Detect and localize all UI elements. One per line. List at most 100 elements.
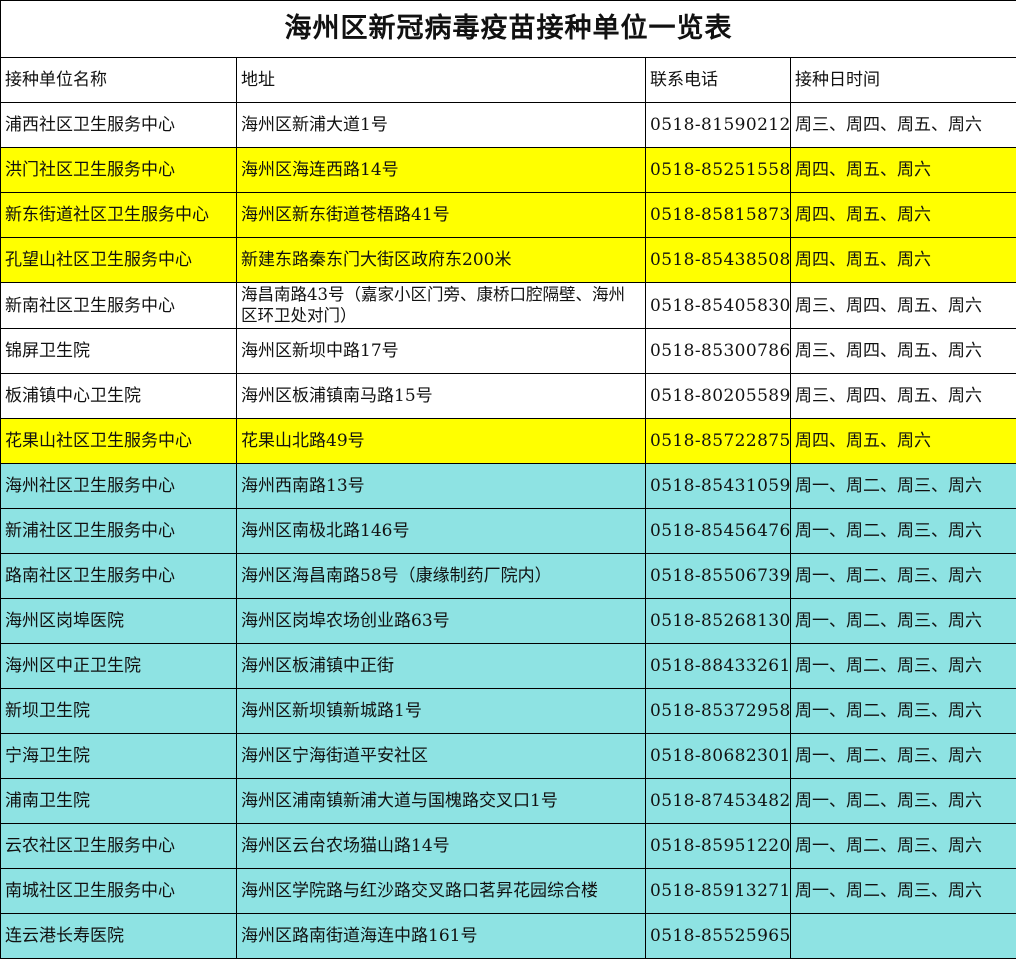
address-cell[interactable]: 海州区新坝中路17号 (237, 329, 646, 374)
table-row: 路南社区卫生服务中心海州区海昌南路58号（康缘制药厂院内）0518-855067… (1, 554, 1016, 599)
address-cell[interactable]: 海州区新浦大道1号 (237, 103, 646, 148)
days-cell[interactable]: 周四、周五、周六 (791, 148, 1016, 193)
address-cell[interactable]: 海州区学院路与红沙路交叉路口茗昇花园综合楼 (237, 869, 646, 914)
phone-cell[interactable]: 0518-87453482 (646, 779, 791, 824)
phone-cell[interactable]: 0518-85525965 (646, 914, 791, 959)
days-cell[interactable]: 周四、周五、周六 (791, 238, 1016, 283)
days-cell[interactable]: 周三、周四、周五、周六 (791, 329, 1016, 374)
days-cell[interactable] (791, 914, 1016, 959)
phone-cell[interactable]: 0518-85251558 (646, 148, 791, 193)
table-row: 海州区中正卫生院海州区板浦镇中正街0518-88433261周一、周二、周三、周… (1, 644, 1016, 689)
phone-cell[interactable]: 0518-80682301 (646, 734, 791, 779)
header-address[interactable]: 地址 (237, 58, 646, 103)
address-cell[interactable]: 新建东路秦东门大街区政府东200米 (237, 238, 646, 283)
address-cell[interactable]: 海州西南路13号 (237, 464, 646, 509)
days-cell[interactable]: 周一、周二、周三、周六 (791, 554, 1016, 599)
unit-name-cell[interactable]: 海州区中正卫生院 (1, 644, 237, 689)
phone-cell[interactable]: 0518-80205589 (646, 374, 791, 419)
table-row: 南城社区卫生服务中心海州区学院路与红沙路交叉路口茗昇花园综合楼0518-8591… (1, 869, 1016, 914)
header-row: 接种单位名称 地址 联系电话 接种日时间 (1, 58, 1016, 103)
unit-name-cell[interactable]: 浦西社区卫生服务中心 (1, 103, 237, 148)
spreadsheet: 海州区新冠病毒疫苗接种单位一览表 接种单位名称 地址 联系电话 接种日时间 浦西… (0, 0, 1016, 958)
address-cell[interactable]: 海州区宁海街道平安社区 (237, 734, 646, 779)
address-cell[interactable]: 海州区海连西路14号 (237, 148, 646, 193)
table-row: 海州区岗埠医院海州区岗埠农场创业路63号0518-85268130周一、周二、周… (1, 599, 1016, 644)
phone-cell[interactable]: 0518-85815873 (646, 193, 791, 238)
days-cell[interactable]: 周三、周四、周五、周六 (791, 283, 1016, 329)
address-cell[interactable]: 海州区南极北路146号 (237, 509, 646, 554)
table-row: 孔望山社区卫生服务中心新建东路秦东门大街区政府东200米0518-8543850… (1, 238, 1016, 283)
table-row: 连云港长寿医院海州区路南街道海连中路161号0518-85525965 (1, 914, 1016, 959)
header-phone[interactable]: 联系电话 (646, 58, 791, 103)
table-row: 板浦镇中心卫生院海州区板浦镇南马路15号0518-80205589周三、周四、周… (1, 374, 1016, 419)
days-cell[interactable]: 周一、周二、周三、周六 (791, 509, 1016, 554)
unit-name-cell[interactable]: 浦南卫生院 (1, 779, 237, 824)
phone-cell[interactable]: 0518-85300786 (646, 329, 791, 374)
phone-cell[interactable]: 0518-85405830 (646, 283, 791, 329)
unit-name-cell[interactable]: 花果山社区卫生服务中心 (1, 419, 237, 464)
header-name[interactable]: 接种单位名称 (1, 58, 237, 103)
address-cell[interactable]: 海州区浦南镇新浦大道与国槐路交叉口1号 (237, 779, 646, 824)
days-cell[interactable]: 周一、周二、周三、周六 (791, 824, 1016, 869)
phone-cell[interactable]: 0518-85722875 (646, 419, 791, 464)
unit-name-cell[interactable]: 海州社区卫生服务中心 (1, 464, 237, 509)
address-cell[interactable]: 海州区板浦镇中正街 (237, 644, 646, 689)
phone-cell[interactable]: 0518-88433261 (646, 644, 791, 689)
address-cell[interactable]: 海州区云台农场猫山路14号 (237, 824, 646, 869)
days-cell[interactable]: 周一、周二、周三、周六 (791, 689, 1016, 734)
phone-cell[interactable]: 0518-81590212 (646, 103, 791, 148)
table-row: 新东街道社区卫生服务中心海州区新东街道苍梧路41号0518-85815873周四… (1, 193, 1016, 238)
unit-name-cell[interactable]: 锦屏卫生院 (1, 329, 237, 374)
address-cell[interactable]: 海州区岗埠农场创业路63号 (237, 599, 646, 644)
address-cell[interactable]: 海州区新坝镇新城路1号 (237, 689, 646, 734)
table-title[interactable]: 海州区新冠病毒疫苗接种单位一览表 (1, 1, 1016, 58)
unit-name-cell[interactable]: 海州区岗埠医院 (1, 599, 237, 644)
days-cell[interactable]: 周四、周五、周六 (791, 419, 1016, 464)
phone-cell[interactable]: 0518-85456476 (646, 509, 791, 554)
days-cell[interactable]: 周一、周二、周三、周六 (791, 779, 1016, 824)
table-row: 新南社区卫生服务中心海昌南路43号（嘉家小区门旁、康桥口腔隔壁、海州区环卫处对门… (1, 283, 1016, 329)
days-cell[interactable]: 周四、周五、周六 (791, 193, 1016, 238)
days-cell[interactable]: 周一、周二、周三、周六 (791, 464, 1016, 509)
days-cell[interactable]: 周一、周二、周三、周六 (791, 599, 1016, 644)
unit-name-cell[interactable]: 新浦社区卫生服务中心 (1, 509, 237, 554)
unit-name-cell[interactable]: 洪门社区卫生服务中心 (1, 148, 237, 193)
unit-name-cell[interactable]: 连云港长寿医院 (1, 914, 237, 959)
unit-name-cell[interactable]: 云农社区卫生服务中心 (1, 824, 237, 869)
unit-name-cell[interactable]: 路南社区卫生服务中心 (1, 554, 237, 599)
unit-name-cell[interactable]: 新坝卫生院 (1, 689, 237, 734)
days-cell[interactable]: 周一、周二、周三、周六 (791, 869, 1016, 914)
header-days[interactable]: 接种日时间 (791, 58, 1016, 103)
days-cell[interactable]: 周一、周二、周三、周六 (791, 734, 1016, 779)
unit-name-cell[interactable]: 新东街道社区卫生服务中心 (1, 193, 237, 238)
phone-cell[interactable]: 0518-85913271 (646, 869, 791, 914)
table-row: 新浦社区卫生服务中心海州区南极北路146号0518-85456476周一、周二、… (1, 509, 1016, 554)
phone-cell[interactable]: 0518-85372958 (646, 689, 791, 734)
address-cell[interactable]: 海州区板浦镇南马路15号 (237, 374, 646, 419)
table-row: 新坝卫生院海州区新坝镇新城路1号0518-85372958周一、周二、周三、周六 (1, 689, 1016, 734)
vaccination-sites-table: 海州区新冠病毒疫苗接种单位一览表 接种单位名称 地址 联系电话 接种日时间 浦西… (0, 0, 1016, 959)
title-row: 海州区新冠病毒疫苗接种单位一览表 (1, 1, 1016, 58)
unit-name-cell[interactable]: 宁海卫生院 (1, 734, 237, 779)
unit-name-cell[interactable]: 孔望山社区卫生服务中心 (1, 238, 237, 283)
days-cell[interactable]: 周三、周四、周五、周六 (791, 374, 1016, 419)
table-row: 锦屏卫生院海州区新坝中路17号0518-85300786周三、周四、周五、周六 (1, 329, 1016, 374)
days-cell[interactable]: 周三、周四、周五、周六 (791, 103, 1016, 148)
table-row: 宁海卫生院海州区宁海街道平安社区0518-80682301周一、周二、周三、周六 (1, 734, 1016, 779)
phone-cell[interactable]: 0518-85431059 (646, 464, 791, 509)
phone-cell[interactable]: 0518-85438508 (646, 238, 791, 283)
unit-name-cell[interactable]: 新南社区卫生服务中心 (1, 283, 237, 329)
address-cell[interactable]: 海昌南路43号（嘉家小区门旁、康桥口腔隔壁、海州区环卫处对门） (237, 283, 646, 329)
address-cell[interactable]: 海州区海昌南路58号（康缘制药厂院内） (237, 554, 646, 599)
phone-cell[interactable]: 0518-85506739 (646, 554, 791, 599)
address-cell[interactable]: 海州区路南街道海连中路161号 (237, 914, 646, 959)
days-cell[interactable]: 周一、周二、周三、周六 (791, 644, 1016, 689)
address-cell[interactable]: 海州区新东街道苍梧路41号 (237, 193, 646, 238)
address-cell[interactable]: 花果山北路49号 (237, 419, 646, 464)
phone-cell[interactable]: 0518-85268130 (646, 599, 791, 644)
table-row: 浦南卫生院海州区浦南镇新浦大道与国槐路交叉口1号0518-87453482周一、… (1, 779, 1016, 824)
unit-name-cell[interactable]: 板浦镇中心卫生院 (1, 374, 237, 419)
phone-cell[interactable]: 0518-85951220 (646, 824, 791, 869)
unit-name-cell[interactable]: 南城社区卫生服务中心 (1, 869, 237, 914)
table-row: 云农社区卫生服务中心海州区云台农场猫山路14号0518-85951220周一、周… (1, 824, 1016, 869)
